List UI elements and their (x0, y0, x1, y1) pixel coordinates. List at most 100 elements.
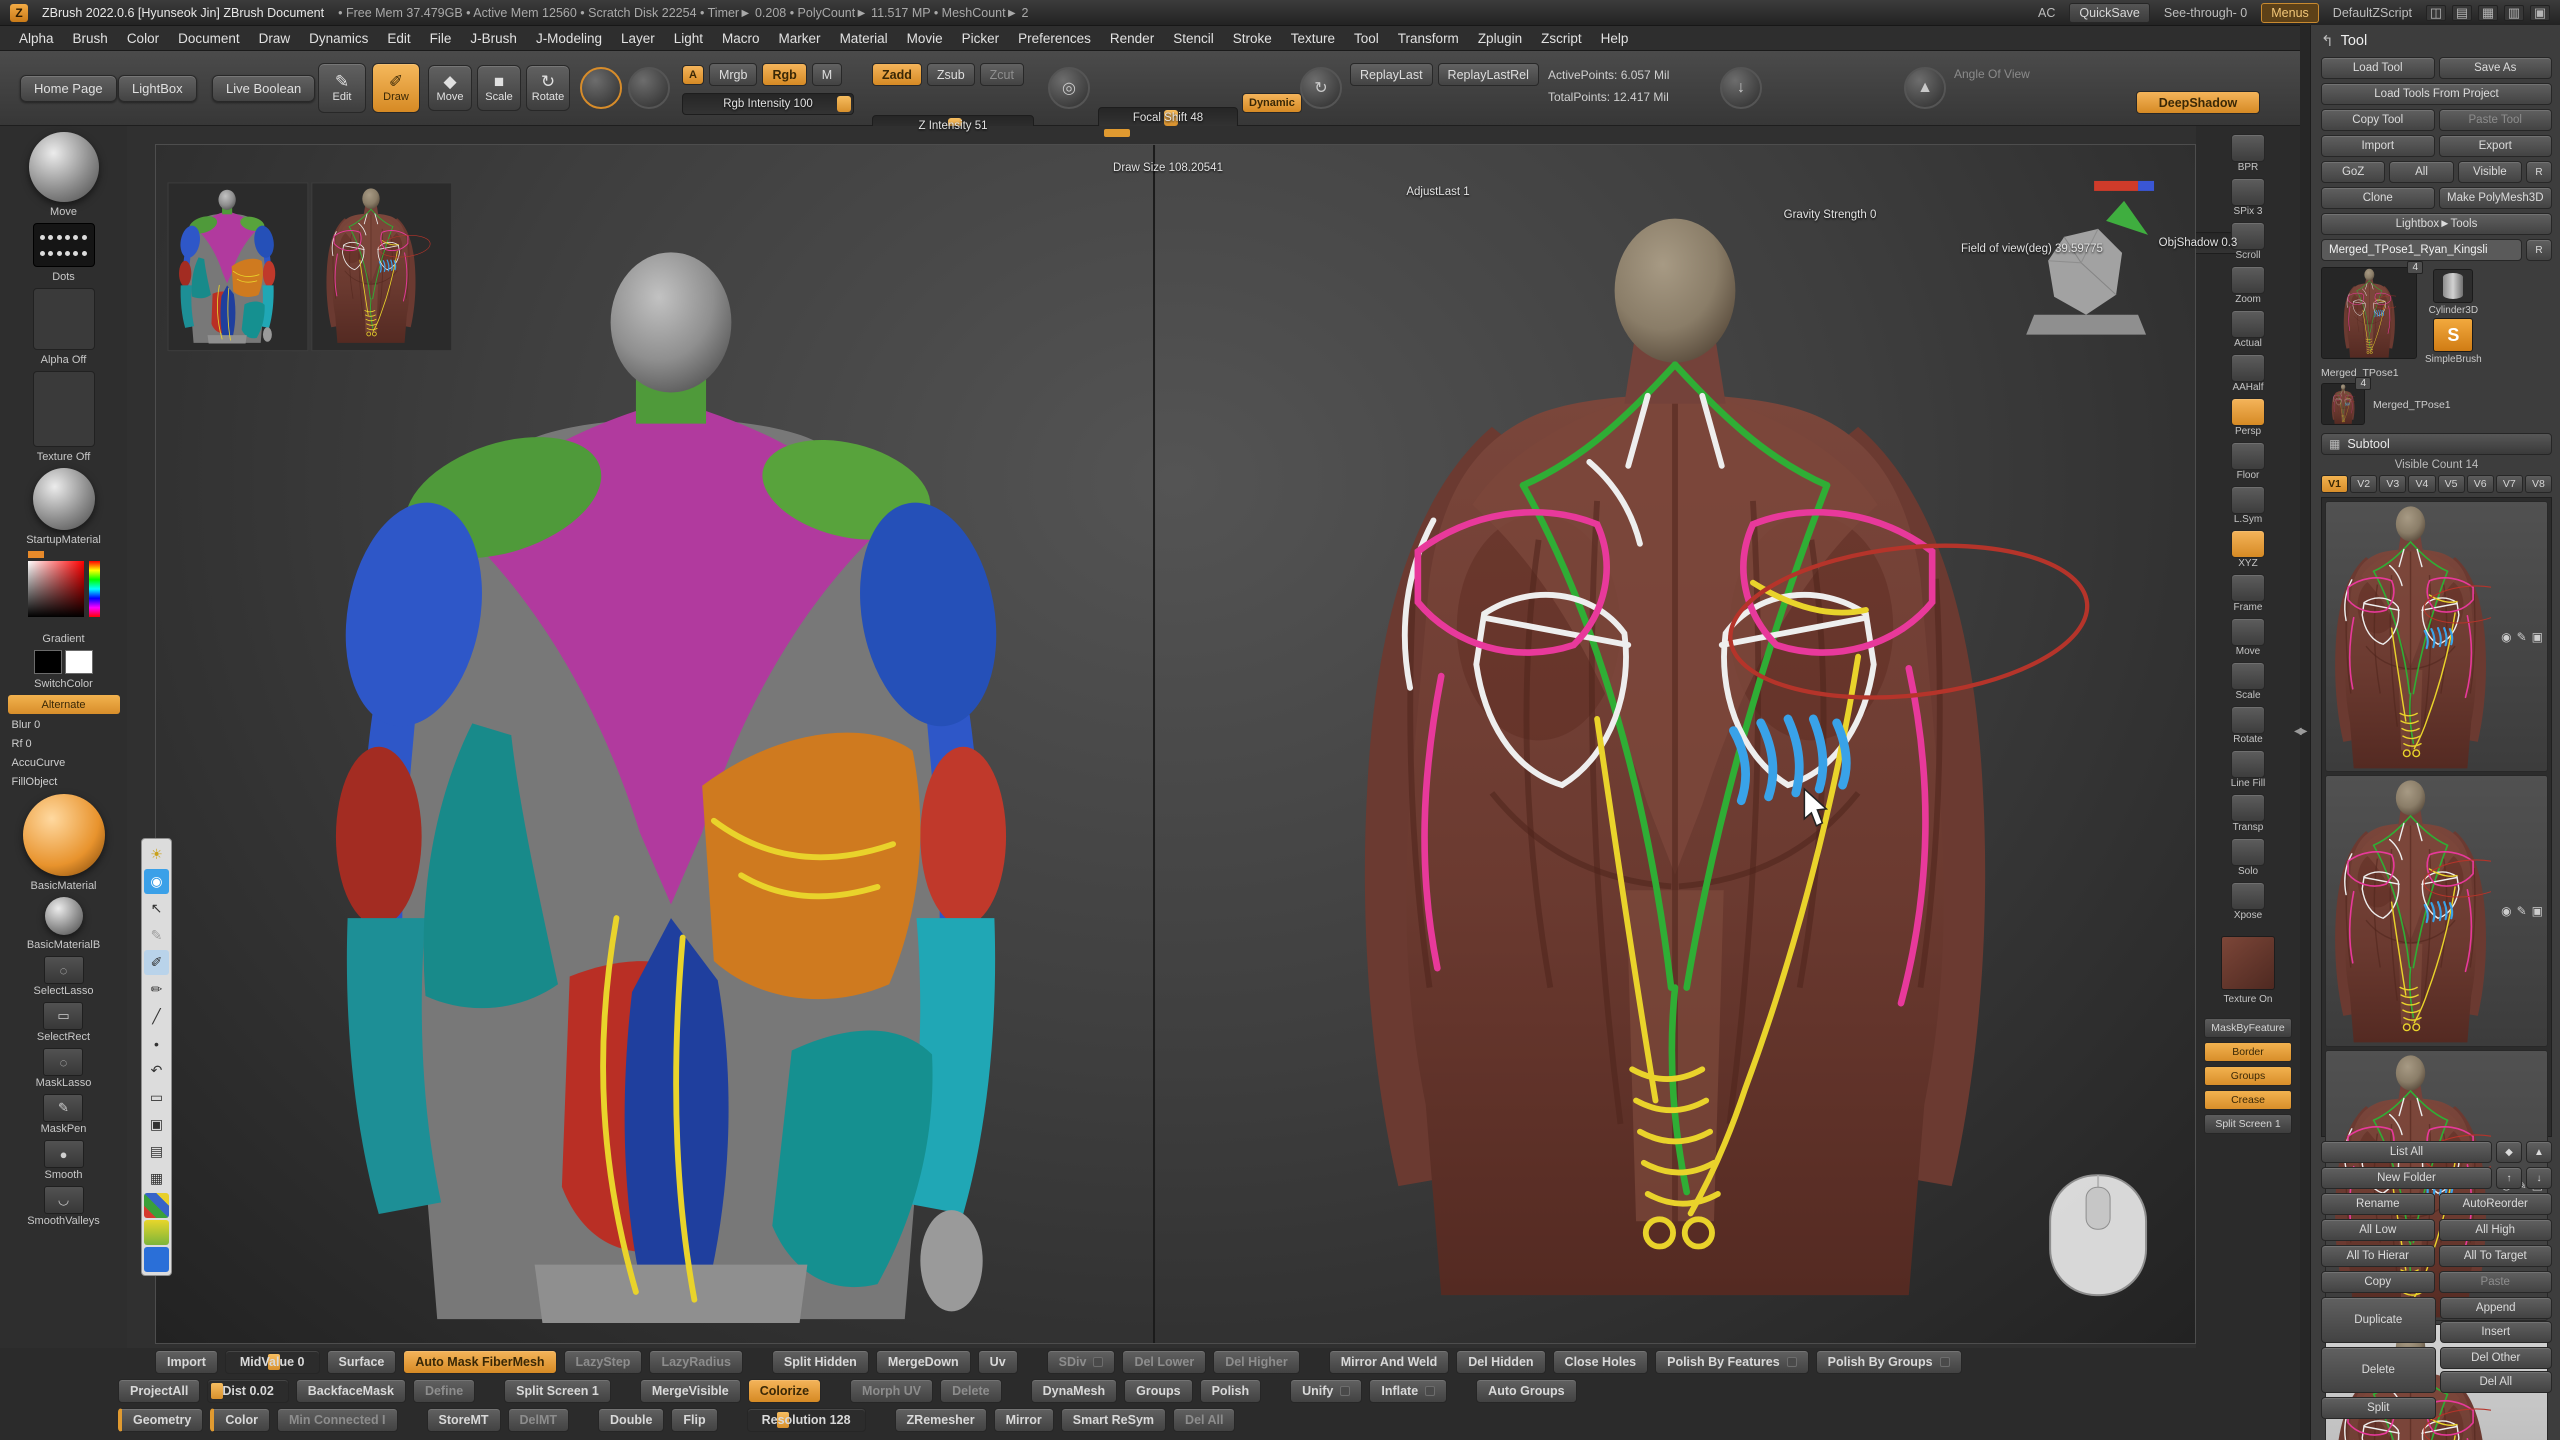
bottom-button[interactable]: Del Lower (1122, 1350, 1206, 1374)
saturation-square[interactable] (28, 561, 84, 617)
shelf-button[interactable]: Rotate (2231, 706, 2265, 746)
line-tool-icon[interactable]: ╱ (144, 1004, 169, 1029)
bottom-button[interactable]: Polish By Groups (1816, 1350, 1962, 1374)
bottom-button[interactable]: Polish By Features (1655, 1350, 1809, 1374)
copy-tool-button[interactable]: Copy Tool (2321, 109, 2435, 131)
bottom-button[interactable]: BackfaceMask (296, 1379, 406, 1403)
menu-item[interactable]: Alpha (10, 29, 63, 48)
bottom-button[interactable]: LazyRadius (649, 1350, 742, 1374)
menu-item[interactable]: Document (169, 29, 249, 48)
bottom-button[interactable]: Mirror (994, 1408, 1054, 1432)
bottom-button[interactable]: ProjectAll (118, 1379, 200, 1403)
menu-item[interactable]: Zscript (1532, 29, 1591, 48)
eye-icon[interactable]: ◉ (144, 869, 169, 894)
material-preview-icon[interactable] (628, 67, 670, 109)
bottom-button[interactable]: MergeDown (876, 1350, 971, 1374)
mrgb-button[interactable]: Mrgb (709, 63, 757, 86)
active-tool-name-field[interactable]: Merged_TPose1_Ryan_Kingsli (2321, 239, 2522, 261)
bottom-button[interactable]: DelMT (508, 1408, 570, 1432)
select-rect-brush[interactable]: ▭ SelectRect (37, 1002, 90, 1044)
tool-slot-thumbnail[interactable]: 4 (2321, 383, 2365, 425)
shelf-button[interactable]: Zoom (2231, 266, 2265, 306)
bottom-button[interactable]: Colorize (748, 1379, 821, 1403)
texture-toggle-thumbnail[interactable] (2221, 936, 2275, 990)
bottom-button[interactable]: Smart ReSym (1061, 1408, 1166, 1432)
rotate-mode-button[interactable]: ↻ Rotate (526, 65, 570, 111)
gallery-icon[interactable]: ▦ (144, 1166, 169, 1191)
stamp-icon[interactable]: ▣ (144, 1112, 169, 1137)
bottom-button[interactable]: Del Higher (1213, 1350, 1300, 1374)
menu-item[interactable]: Marker (770, 29, 830, 48)
all-to-target-button[interactable]: All To Target (2439, 1245, 2553, 1267)
polypaint-brush-icon[interactable]: ✎ (2517, 904, 2527, 918)
pencil-icon[interactable]: ✏ (144, 977, 169, 1002)
bottom-button[interactable]: Surface (327, 1350, 397, 1374)
menu-item[interactable]: Draw (250, 29, 300, 48)
home-page-button[interactable]: Home Page (20, 75, 117, 102)
menu-item[interactable]: Stencil (1164, 29, 1223, 48)
menu-item[interactable]: Stroke (1224, 29, 1281, 48)
angle-of-view-icon[interactable]: ▲ (1904, 67, 1946, 109)
replay-last-rel-button[interactable]: ReplayLastRel (1438, 63, 1539, 86)
bottom-button[interactable]: Mirror And Weld (1329, 1350, 1450, 1374)
material-thumbnail[interactable] (33, 468, 95, 530)
version-tab[interactable]: V3 (2379, 475, 2406, 493)
current-brush-thumbnail[interactable] (29, 132, 99, 202)
alpha-thumbnail[interactable] (33, 288, 95, 350)
trash-icon[interactable]: ▭ (144, 1085, 169, 1110)
bottom-button[interactable]: Import (155, 1350, 218, 1374)
version-tab[interactable]: V8 (2525, 475, 2552, 493)
bottom-button[interactable]: MidValue 0 (225, 1350, 320, 1374)
shelf-button[interactable]: BPR (2231, 134, 2265, 174)
dynamic-draw-size-button[interactable]: Dynamic (1242, 93, 1302, 113)
menu-item[interactable]: Color (118, 29, 168, 48)
bottom-button[interactable]: Auto Groups (1476, 1379, 1576, 1403)
shelf-button[interactable]: Line Fill (2231, 750, 2265, 790)
clone-button[interactable]: Clone (2321, 187, 2435, 209)
bottom-button[interactable]: Groups (1124, 1379, 1192, 1403)
bottom-button[interactable]: Del All (1173, 1408, 1235, 1432)
rgb-button[interactable]: Rgb (762, 63, 806, 86)
menu-item[interactable]: J-Modeling (527, 29, 611, 48)
switch-color-swatches[interactable] (34, 650, 93, 674)
grid-icon[interactable]: ▦ (2478, 5, 2498, 21)
menu-item[interactable]: Help (1592, 29, 1638, 48)
shelf-button[interactable]: Actual (2231, 310, 2265, 350)
shelf-button[interactable]: Floor (2231, 442, 2265, 482)
bottom-button[interactable]: Define (413, 1379, 475, 1403)
default-zscript-button[interactable]: DefaultZScript (2333, 6, 2412, 20)
dot-tool-icon[interactable]: • (144, 1031, 169, 1056)
smooth-brush[interactable]: ● Smooth (44, 1140, 84, 1182)
subtool-row[interactable]: ◉ ✎ ▣ (2325, 501, 2548, 772)
alternate-button[interactable]: Alternate (8, 695, 120, 714)
menu-item[interactable]: Layer (612, 29, 664, 48)
see-through-slider[interactable]: See-through- 0 (2164, 6, 2247, 20)
document-canvas[interactable] (155, 144, 2196, 1344)
menu-item[interactable]: Brush (64, 29, 117, 48)
live-boolean-button[interactable]: Live Boolean (212, 75, 315, 102)
list-all-button[interactable]: List All (2321, 1141, 2492, 1163)
menu-item[interactable]: File (421, 29, 461, 48)
menu-item[interactable]: Material (831, 29, 897, 48)
stroke-thumbnail[interactable] (33, 223, 95, 267)
scale-mode-button[interactable]: ■ Scale (477, 65, 521, 111)
color-picker[interactable] (28, 551, 100, 629)
move-mode-button[interactable]: ◆ Move (428, 65, 472, 111)
goz-visible-button[interactable]: Visible (2458, 161, 2522, 183)
zsub-button[interactable]: Zsub (927, 63, 975, 86)
simplebrush-thumbnail[interactable]: S (2433, 318, 2473, 352)
basic-material-b-thumbnail[interactable] (45, 897, 83, 935)
bottom-button[interactable]: ZRemesher (895, 1408, 987, 1432)
menu-item[interactable]: Render (1101, 29, 1163, 48)
menu-item[interactable]: Preferences (1009, 29, 1100, 48)
bottom-button[interactable]: StoreMT (427, 1408, 501, 1432)
duplicate-button[interactable]: Duplicate (2321, 1297, 2436, 1343)
replay-icon[interactable]: ↻ (1300, 67, 1342, 109)
split-screen-button[interactable]: Split Screen 1 (2204, 1114, 2292, 1134)
shelf-button[interactable]: XYZ (2231, 530, 2265, 570)
shelf-button[interactable]: Transp (2231, 794, 2265, 834)
del-other-button[interactable]: Del Other (2440, 1347, 2553, 1369)
stroke-preview-icon[interactable] (580, 67, 622, 109)
import-button[interactable]: Import (2321, 135, 2435, 157)
goz-all-button[interactable]: All (2389, 161, 2453, 183)
